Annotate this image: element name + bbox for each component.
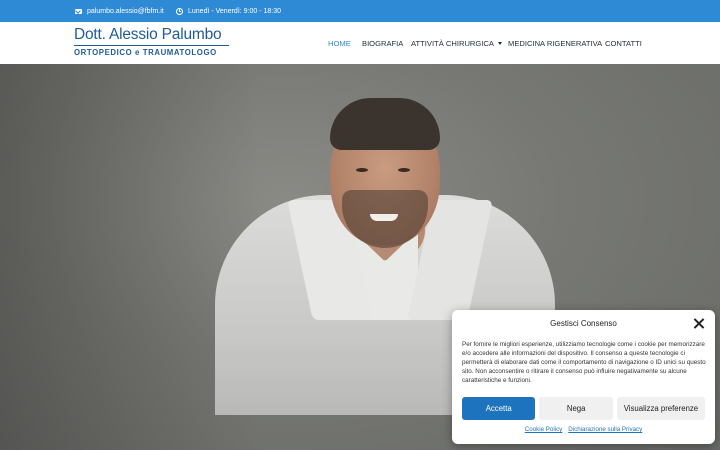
cookie-consent-dialog: Gestisci Consenso Per fornire le miglior… — [452, 310, 715, 444]
envelope-icon — [75, 8, 82, 14]
email-text[interactable]: palumbo.alessio@fbfm.it — [87, 8, 164, 15]
logo-name: Dott. Alessio Palumbo — [74, 26, 222, 43]
cookie-policy-link[interactable]: Cookie Policy — [525, 426, 563, 433]
eye-right — [398, 168, 410, 172]
accept-button[interactable]: Accetta — [462, 397, 536, 420]
cookie-dialog-title: Gestisci Consenso — [550, 319, 617, 328]
email-contact[interactable]: palumbo.alessio@fbfm.it — [75, 0, 164, 22]
eye-left — [356, 168, 368, 172]
smile — [370, 214, 398, 221]
nav-medicina-rigenerativa[interactable]: MEDICINA RIGENERATIVA — [508, 22, 602, 64]
nav-attivita-chirurgica[interactable]: ATTIVITÀ CHIRURGICA — [411, 22, 502, 64]
logo-divider — [74, 45, 229, 46]
site-logo[interactable]: Dott. Alessio Palumbo ORTOPEDICO e TRAUM… — [74, 26, 229, 57]
privacy-statement-link[interactable]: Dichiarazione sulla Privacy — [568, 426, 642, 433]
cookie-dialog-text: Per fornire le migliori esperienze, util… — [462, 341, 706, 384]
chevron-down-icon — [497, 41, 502, 45]
hours-text: Lunedì - Venerdì: 9:00 - 18:30 — [188, 7, 282, 15]
nav-contatti[interactable]: CONTATTI — [605, 22, 642, 64]
preferences-button[interactable]: Visualizza preferenze — [616, 397, 705, 420]
top-contact-bar: palumbo.alessio@fbfm.it Lunedì - Venerdì… — [0, 0, 720, 22]
nav-attivita-chirurgica-label: ATTIVITÀ CHIRURGICA — [411, 38, 494, 48]
clock-icon — [176, 7, 183, 15]
opening-hours: Lunedì - Venerdì: 9:00 - 18:30 — [176, 0, 281, 22]
close-icon[interactable] — [693, 318, 704, 329]
cookie-actions: Accetta Nega Visualizza preferenze — [462, 397, 705, 420]
nav-biografia[interactable]: BIOGRAFIA — [362, 22, 403, 64]
deny-button[interactable]: Nega — [539, 397, 613, 420]
cookie-links: Cookie Policy Dichiarazione sulla Privac… — [452, 426, 715, 433]
nav-home[interactable]: HOME — [328, 22, 351, 64]
logo-subtitle: ORTOPEDICO e TRAUMATOLOGO — [74, 48, 217, 57]
doctor-hair — [330, 98, 440, 150]
